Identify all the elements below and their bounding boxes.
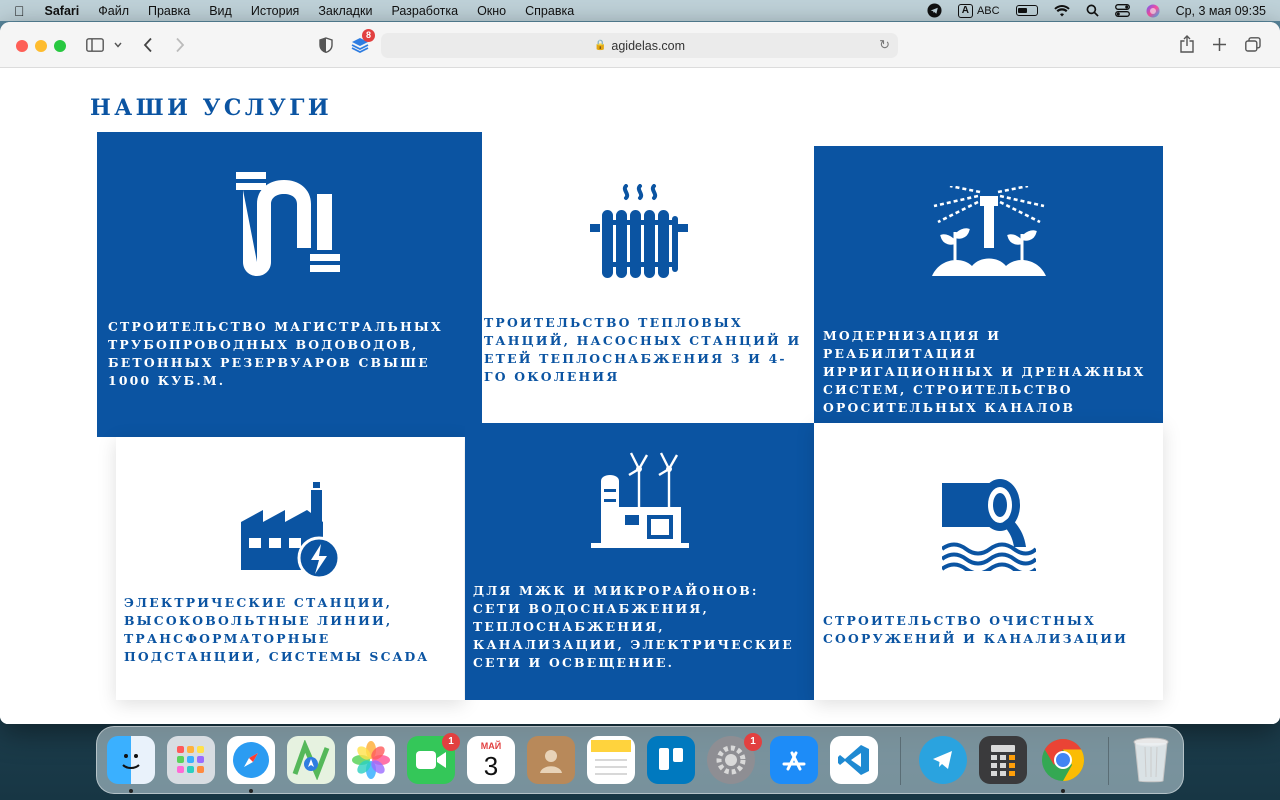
settings-badge: 1: [744, 733, 762, 751]
power-plant-icon: [241, 482, 341, 578]
service-text: ЭЛЕКТРИЧЕСКИЕ СТАНЦИИ, ВЫСОКОВОЛЬТНЫЕ ЛИ…: [124, 595, 430, 664]
menu-history[interactable]: История: [251, 4, 299, 18]
service-card-treatment[interactable]: СТРОИТЕЛЬСТВО ОЧИСТНЫХ СООРУЖЕНИЙ И КАНА…: [814, 423, 1163, 700]
pipe-icon: [236, 172, 340, 276]
safari-running-indicator: [249, 789, 253, 793]
finder-running-indicator: [129, 789, 133, 793]
city-utilities-icon: [591, 452, 689, 548]
calendar-day: 3: [483, 751, 499, 781]
vscode-icon[interactable]: [830, 736, 878, 784]
extension-badge: 8: [362, 29, 375, 42]
apple-menu-icon[interactable]: : [14, 3, 25, 19]
privacy-shield-icon[interactable]: [319, 37, 333, 53]
service-card-pipelines[interactable]: СТРОИТЕЛЬСТВО МАГИСТРАЛЬНЫХ ТРУБОПРОВОДН…: [97, 132, 482, 437]
menu-clock[interactable]: Ср, 3 мая 09:35: [1176, 4, 1266, 18]
contacts-icon[interactable]: [527, 736, 575, 784]
input-source-label[interactable]: ABC: [977, 5, 1000, 17]
menu-app-name[interactable]: Safari: [45, 4, 80, 18]
calculator-icon[interactable]: [979, 736, 1027, 784]
service-text: ДЛЯ МЖК И МИКРОРАЙОНОВ: СЕТИ ВОДОСНАБЖЕН…: [473, 583, 794, 670]
fullscreen-window-button[interactable]: [54, 40, 66, 52]
telegram-status-icon[interactable]: [927, 3, 942, 18]
dock: 1 МАЙ 3 1: [96, 726, 1184, 794]
chrome-running-indicator: [1061, 789, 1065, 793]
reload-icon[interactable]: ↻: [879, 37, 890, 53]
siri-icon[interactable]: [1146, 4, 1160, 18]
facetime-badge: 1: [442, 733, 460, 751]
trash-icon[interactable]: [1127, 736, 1175, 784]
service-text: СТРОИТЕЛЬСТВО МАГИСТРАЛЬНЫХ ТРУБОПРОВОДН…: [108, 319, 443, 388]
keyboard-layout-badge[interactable]: A: [957, 3, 973, 18]
sidebar-toggle-icon[interactable]: [86, 38, 104, 52]
browser-window: 8 🔒 agidelas.com ↻ НАШИ УСЛУГИ СТРОИТЕЛЬ…: [0, 22, 1280, 724]
chrome-icon[interactable]: [1039, 736, 1087, 784]
close-window-button[interactable]: [16, 40, 28, 52]
radiator-icon: [590, 184, 688, 278]
service-text: МОДЕРНИЗАЦИЯ И РЕАБИЛИТАЦИЯ ИРРИГАЦИОННЫ…: [823, 328, 1146, 415]
telegram-icon[interactable]: [919, 736, 967, 784]
spotlight-search-icon[interactable]: [1086, 4, 1099, 17]
battery-icon[interactable]: [1015, 5, 1038, 16]
launchpad-icon[interactable]: [167, 736, 215, 784]
page-title: НАШИ УСЛУГИ: [90, 95, 333, 121]
tab-overview-icon[interactable]: [1245, 37, 1261, 52]
menu-bar:  Safari Файл Правка Вид История Закладк…: [0, 0, 1280, 21]
dock-separator: [900, 737, 901, 785]
photos-icon[interactable]: [347, 736, 395, 784]
sprinkler-icon: [932, 186, 1046, 276]
trello-icon[interactable]: [647, 736, 695, 784]
maps-icon[interactable]: [287, 736, 335, 784]
service-card-power[interactable]: ЭЛЕКТРИЧЕСКИЕ СТАНЦИИ, ВЫСОКОВОЛЬТНЫЕ ЛИ…: [116, 437, 464, 700]
safari-icon[interactable]: [227, 736, 275, 784]
menu-window[interactable]: Окно: [477, 4, 506, 18]
lock-icon: 🔒: [593, 40, 607, 51]
service-text: ТРОИТЕЛЬСТВО ТЕПЛОВЫХ ТАНЦИЙ, НАСОСНЫХ С…: [484, 315, 802, 384]
url-text[interactable]: agidelas.com: [611, 39, 685, 53]
back-button[interactable]: [143, 37, 153, 53]
browser-toolbar: 8 🔒 agidelas.com ↻: [0, 22, 1280, 68]
finder-icon[interactable]: [107, 736, 155, 784]
web-page: НАШИ УСЛУГИ СТРОИТЕЛЬСТВО МАГИСТРАЛЬНЫХ …: [0, 69, 1280, 724]
chevron-down-icon[interactable]: [114, 42, 122, 48]
calendar-icon[interactable]: МАЙ 3: [467, 736, 515, 784]
notes-icon[interactable]: [587, 736, 635, 784]
service-card-irrigation[interactable]: МОДЕРНИЗАЦИЯ И РЕАБИЛИТАЦИЯ ИРРИГАЦИОННЫ…: [814, 146, 1163, 423]
minimize-window-button[interactable]: [35, 40, 47, 52]
menu-bookmarks[interactable]: Закладки: [318, 4, 372, 18]
control-center-icon[interactable]: [1114, 4, 1130, 17]
service-card-heating[interactable]: ТРОИТЕЛЬСТВО ТЕПЛОВЫХ ТАНЦИЙ, НАСОСНЫХ С…: [482, 146, 814, 423]
menu-edit[interactable]: Правка: [148, 4, 190, 18]
menu-file[interactable]: Файл: [98, 4, 129, 18]
service-card-residential[interactable]: ДЛЯ МЖК И МИКРОРАЙОНОВ: СЕТИ ВОДОСНАБЖЕН…: [465, 423, 814, 700]
forward-button[interactable]: [175, 37, 185, 53]
app-store-icon[interactable]: [770, 736, 818, 784]
sewage-pipe-icon: [942, 479, 1036, 571]
dock-separator: [1108, 737, 1109, 785]
service-text: СТРОИТЕЛЬСТВО ОЧИСТНЫХ СООРУЖЕНИЙ И КАНА…: [823, 613, 1129, 646]
new-tab-icon[interactable]: [1213, 38, 1226, 51]
address-bar[interactable]: 🔒 agidelas.com ↻: [381, 33, 898, 58]
menu-develop[interactable]: Разработка: [391, 4, 458, 18]
wifi-icon[interactable]: [1053, 4, 1070, 17]
menu-help[interactable]: Справка: [525, 4, 574, 18]
share-icon[interactable]: [1180, 35, 1194, 53]
menu-view[interactable]: Вид: [209, 4, 232, 18]
